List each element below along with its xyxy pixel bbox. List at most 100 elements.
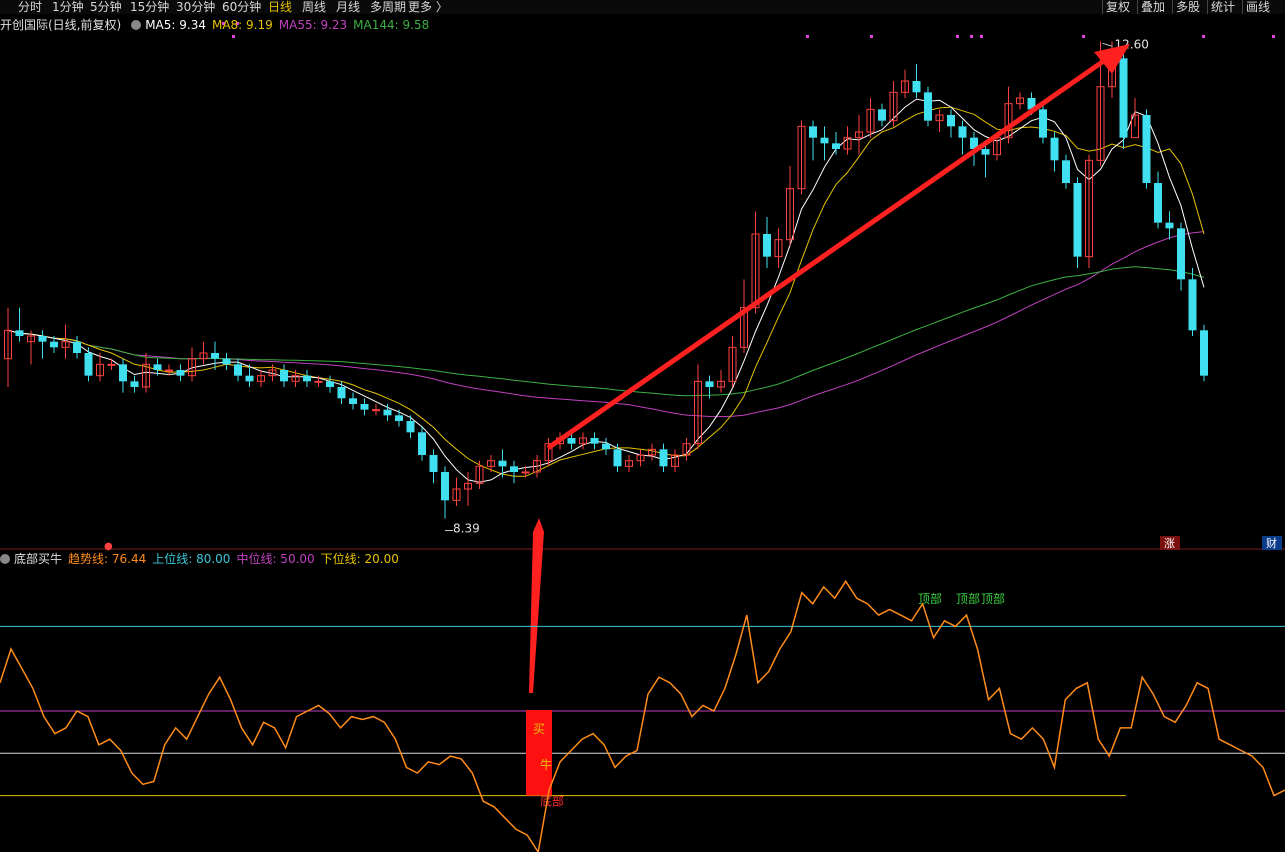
buy-text-2: 牛 [540, 757, 552, 772]
period-tab-6[interactable]: 日线 [268, 0, 292, 15]
candle-body [602, 443, 610, 450]
candle [832, 132, 840, 155]
candle [406, 415, 415, 438]
candle-body [809, 126, 817, 138]
candle-body [567, 438, 576, 444]
buy-text-1: 买 [533, 722, 545, 736]
top-signal-label-2: 顶部 [981, 591, 1005, 606]
candle-body [360, 404, 369, 410]
candle-body [372, 409, 380, 412]
candle [38, 330, 47, 359]
settings-gear-icon[interactable] [131, 19, 142, 30]
candle-body [1142, 115, 1151, 183]
period-tab-0[interactable]: 分时 [18, 0, 42, 15]
candle [395, 409, 403, 427]
signal-marker [870, 35, 873, 38]
candle-body [395, 415, 403, 421]
period-tab-7[interactable]: 周线 [302, 0, 326, 15]
candle [337, 381, 346, 404]
main-legend: 开创国际(日线,前复权) MA5: 9.34 MA8: 9.19 MA55: 9.23… [0, 16, 435, 32]
candle-body [441, 472, 449, 501]
candle [958, 120, 967, 155]
candle [889, 81, 898, 127]
toolbar-separator [1137, 0, 1138, 14]
toolbar-button-0[interactable]: 复权 [1106, 0, 1130, 15]
toolbar-button-1[interactable]: 叠加 [1141, 0, 1165, 15]
rise-badge: 涨 [1164, 537, 1175, 550]
candle [935, 109, 944, 132]
ma-legend-item-2: MA55: 9.23 [278, 18, 348, 32]
candle [648, 443, 656, 461]
candle-body [418, 432, 426, 455]
period-tab-3[interactable]: 15分钟 [130, 0, 169, 15]
period-tab-10[interactable]: 更多 〉 [408, 0, 448, 15]
toolbar-separator [1172, 0, 1173, 14]
period-tab-9[interactable]: 多周期 [370, 0, 406, 15]
stock-title: 开创国际(日线,前复权) [0, 18, 122, 32]
candle-body [912, 81, 921, 93]
low-price-label: 8.39 [453, 521, 480, 535]
candle [820, 126, 829, 161]
candle-body [15, 330, 24, 336]
candle [1177, 222, 1185, 291]
signal-marker [1272, 35, 1275, 38]
candle-body [1073, 183, 1082, 257]
candle-body [1165, 222, 1174, 229]
period-tab-8[interactable]: 月线 [336, 0, 360, 15]
candle-body [73, 341, 81, 353]
candle [119, 358, 127, 393]
toolbar-button-4[interactable]: 画线 [1246, 0, 1270, 15]
candle [763, 217, 771, 268]
candle [636, 449, 645, 467]
candle-body [521, 471, 530, 474]
toolbar-button-3[interactable]: 统计 [1211, 0, 1235, 15]
candle-body [211, 353, 219, 359]
kline-chart[interactable]: 12.608.39涨 财●买牛底部顶部 顶部 顶部 [0, 0, 1285, 852]
candle [360, 398, 369, 416]
indicator-legend-item-1: 上位线: 80.00 [152, 552, 231, 566]
candle [199, 341, 208, 365]
period-tab-1[interactable]: 1分钟 [52, 0, 84, 15]
candle [452, 477, 461, 506]
candle-body [429, 455, 438, 472]
top-signal-label-0: 顶部 [918, 591, 942, 606]
top-signal-label-1: 顶部 [956, 591, 980, 606]
candle-body [1177, 228, 1185, 280]
candle [372, 404, 380, 416]
candle-body [510, 466, 518, 472]
candle [855, 115, 863, 155]
toolbar-button-2[interactable]: 多股 [1176, 0, 1200, 15]
ma8-line [7, 106, 1205, 477]
toolbar-separator [1207, 0, 1208, 14]
candle [73, 336, 81, 359]
candle [981, 143, 990, 178]
candle [878, 103, 886, 127]
candle-body [1062, 160, 1070, 183]
signal-marker [806, 35, 809, 38]
candle-body [406, 421, 415, 433]
candle-body [1050, 137, 1059, 161]
candle-body [107, 363, 116, 366]
candle [1200, 324, 1208, 382]
candle [901, 69, 909, 98]
period-tab-5[interactable]: 60分钟 [222, 0, 261, 15]
period-tab-4[interactable]: 30分钟 [176, 0, 215, 15]
candle-body [84, 353, 93, 376]
candle-body [280, 370, 288, 382]
candle [659, 443, 668, 472]
candle-body [1188, 279, 1197, 331]
ma-legend-item-3: MA144: 9.58 [353, 18, 430, 32]
signal-marker [1082, 35, 1085, 38]
period-tab-2[interactable]: 5分钟 [90, 0, 122, 15]
candle-body [613, 449, 622, 467]
candle-body [659, 449, 668, 467]
fin-badge: 财 [1266, 536, 1277, 550]
candle-body [1119, 58, 1128, 138]
candle-body [383, 409, 392, 416]
candle [510, 460, 518, 484]
indicator-settings-icon[interactable] [0, 553, 10, 564]
signal-marker [232, 35, 235, 38]
candle-body [705, 381, 714, 387]
candle [786, 166, 794, 246]
candle-body [590, 438, 599, 444]
